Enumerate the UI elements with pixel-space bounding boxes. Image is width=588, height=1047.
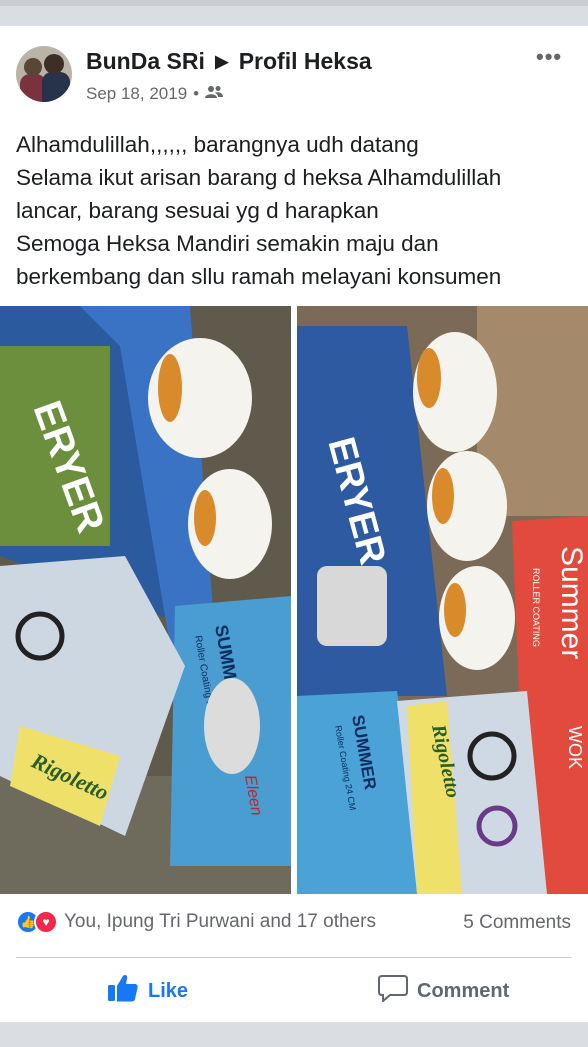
author-name-link[interactable]: BunDa SRi xyxy=(86,48,205,74)
target-page-link[interactable]: Profil Heksa xyxy=(239,48,372,74)
like-label: Like xyxy=(148,979,189,1002)
post-date-link[interactable]: Sep 18, 2019 xyxy=(86,84,187,104)
avatar[interactable] xyxy=(16,46,72,102)
post-body-text: Alhamdulillah,,,,,, barangnya udh datang… xyxy=(16,128,581,293)
comment-button[interactable]: Comment xyxy=(378,974,509,1008)
post-text-line: Alhamdulillah,,,,,, barangnya udh datang xyxy=(16,132,419,157)
reaction-summary-text: You, Ipung Tri Purwani and 17 others xyxy=(64,911,376,932)
comments-count-link[interactable]: 5 Comments xyxy=(463,912,571,934)
comment-label: Comment xyxy=(417,979,510,1002)
photo-right[interactable]: ERYER Summer ROLLER COATING WOK SUMMER R… xyxy=(297,306,588,894)
wok-text: WOK xyxy=(565,726,585,769)
post-text-line: Semoga Heksa Mandiri semakin maju dan xyxy=(16,231,439,256)
post-text-line: berkembang dan sllu ramah melayani konsu… xyxy=(16,264,502,289)
thumbs-up-icon xyxy=(108,974,138,1008)
photo-left[interactable]: ERYER SUMMER Roller Coating 24 CM Eleen … xyxy=(0,306,291,894)
photo-right-drawing: ERYER Summer ROLLER COATING WOK SUMMER R… xyxy=(297,306,588,894)
post-text-line: lancar, barang sesuai yg d harapkan xyxy=(16,198,379,223)
photo-left-drawing: ERYER SUMMER Roller Coating 24 CM Eleen … xyxy=(0,306,291,894)
post-meta: Sep 18, 2019 • xyxy=(86,84,224,104)
bottom-separator-bar xyxy=(0,1022,588,1047)
avatar-figure-right xyxy=(42,72,70,102)
top-separator-bar xyxy=(0,0,588,26)
comment-bubble-icon xyxy=(378,974,408,1008)
post-header: BunDa SRi ▶ Profil Heksa xyxy=(86,48,372,75)
summer-box-text: Summer xyxy=(555,546,588,659)
post-text-line: Selama ikut arisan barang d heksa Alhamd… xyxy=(16,165,502,190)
avatar-head-left xyxy=(24,58,42,76)
friends-icon[interactable] xyxy=(205,84,224,104)
photo-grid: ERYER SUMMER Roller Coating 24 CM Eleen … xyxy=(0,306,588,894)
more-options-icon[interactable]: ••• xyxy=(536,44,562,70)
roller-text: ROLLER COATING xyxy=(531,568,541,647)
triangle-right-icon: ▶ xyxy=(215,52,229,71)
meta-dot: • xyxy=(193,84,200,103)
actions-divider xyxy=(16,957,572,958)
reaction-summary[interactable]: 👍 ♥ You, Ipung Tri Purwani and 17 others xyxy=(16,910,376,934)
avatar-head-right xyxy=(44,54,64,74)
love-reaction-icon: ♥ xyxy=(34,910,58,934)
top-separator-line xyxy=(0,0,588,6)
like-button[interactable]: Like xyxy=(108,974,188,1008)
